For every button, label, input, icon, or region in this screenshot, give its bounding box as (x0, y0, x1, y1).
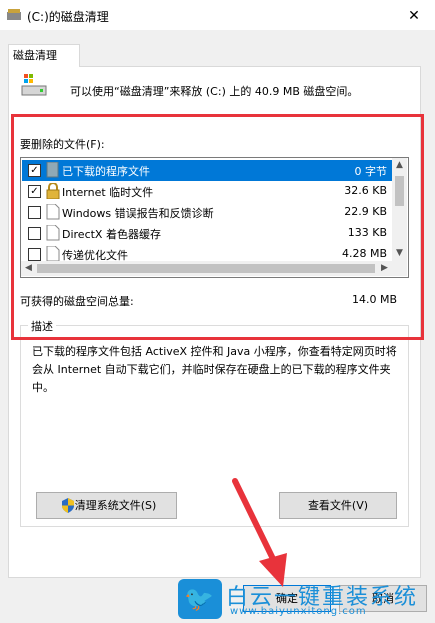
highlight-frame (11, 114, 424, 340)
watermark: 🐦 白云一键重装系统 www.baiyunxitong.com (178, 572, 435, 623)
drive-icon (21, 74, 47, 96)
bird-icon: 🐦 (184, 585, 214, 613)
disk-cleanup-icon (7, 9, 21, 20)
space-summary: 可以使用“磁盘清理”来释放 (C:) 上的 40.9 MB 磁盘空间。 (70, 85, 359, 98)
close-button[interactable]: ✕ (404, 6, 424, 26)
description-text: 已下载的程序文件包括 ActiveX 控件和 Java 小程序，你查看特定网页时… (32, 345, 397, 394)
watermark-url: www.baiyunxitong.com (230, 606, 367, 617)
shield-icon (62, 498, 74, 513)
clean-system-files-button[interactable]: 清理系统文件(S) (36, 492, 177, 519)
watermark-badge: 🐦 (178, 579, 222, 619)
window-title: (C:)的磁盘清理 (27, 10, 109, 24)
tab-label: 磁盘清理 (13, 49, 57, 62)
